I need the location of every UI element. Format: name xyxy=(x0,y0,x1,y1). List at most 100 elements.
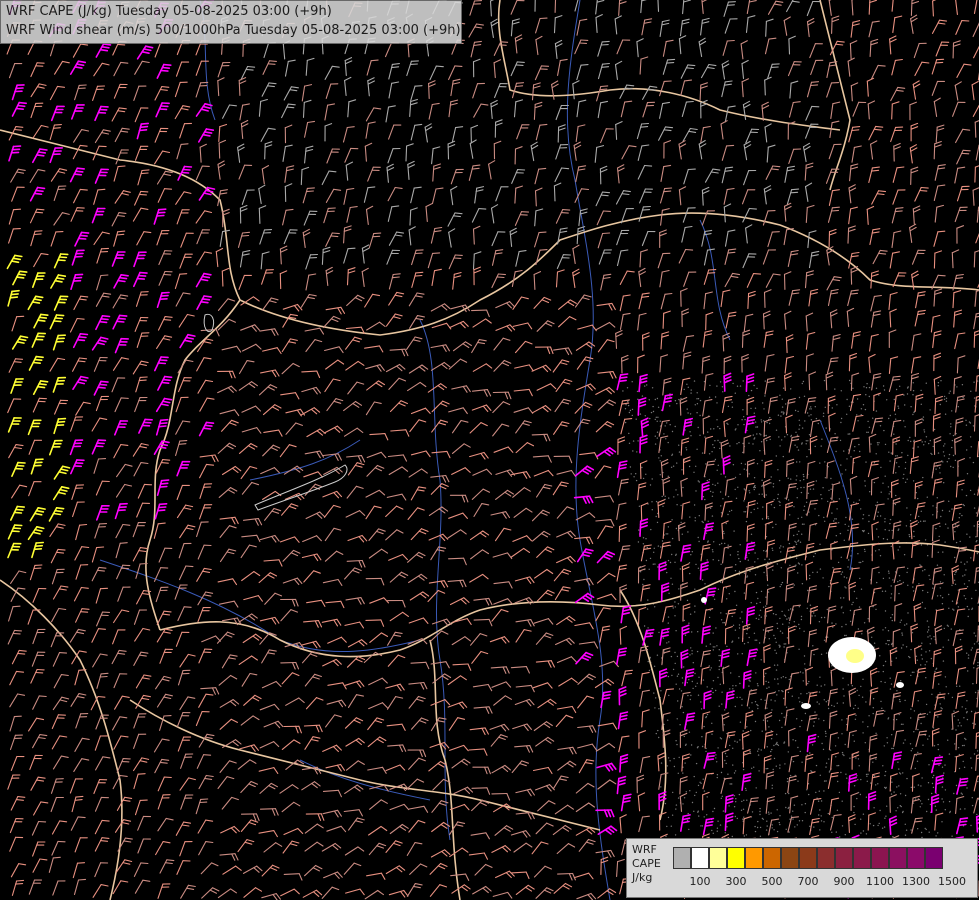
stipple-dot xyxy=(923,429,925,431)
stipple-dot xyxy=(696,448,698,450)
stipple-dot xyxy=(817,800,820,802)
stipple-dot xyxy=(944,443,946,445)
stipple-dot xyxy=(753,438,755,440)
stipple-dot xyxy=(731,641,733,643)
stipple-dot xyxy=(856,414,858,416)
stipple-dot xyxy=(820,494,822,496)
stipple-dot xyxy=(788,792,790,795)
stipple-dot xyxy=(702,778,704,780)
stipple-dot xyxy=(761,518,764,520)
stipple-dot xyxy=(964,737,966,740)
stipple-dot xyxy=(937,748,940,751)
stipple-dot xyxy=(648,568,650,570)
stipple-dot xyxy=(747,559,749,561)
stipple-dot xyxy=(674,561,676,563)
stipple-dot xyxy=(795,479,797,481)
stipple-dot xyxy=(899,621,901,623)
stipple-dot xyxy=(654,398,656,401)
stipple-dot xyxy=(966,561,968,563)
stipple-dot xyxy=(909,520,912,522)
stipple-dot xyxy=(939,525,941,528)
stipple-dot xyxy=(796,434,799,436)
stipple-dot xyxy=(796,497,798,499)
stipple-dot xyxy=(924,539,927,541)
stipple-dot xyxy=(671,430,674,433)
stipple-dot xyxy=(850,555,852,557)
stipple-dot xyxy=(825,766,827,768)
stipple-dot xyxy=(917,828,919,830)
stipple-dot xyxy=(730,672,732,674)
stipple-dot xyxy=(645,538,647,540)
stipple-dot xyxy=(655,697,657,699)
stipple-dot xyxy=(906,478,908,480)
stipple-dot xyxy=(956,685,958,687)
stipple-dot xyxy=(731,401,733,403)
stipple-dot xyxy=(923,444,925,446)
stipple-dot xyxy=(719,427,721,430)
stipple-dot xyxy=(942,801,945,803)
stipple-dot xyxy=(823,699,825,701)
stipple-dot xyxy=(788,806,790,809)
stipple-dot xyxy=(856,797,858,800)
stipple-dot xyxy=(798,396,801,399)
stipple-dot xyxy=(766,421,768,424)
stipple-dot xyxy=(813,653,815,656)
stipple-dot xyxy=(801,583,804,585)
stipple-dot xyxy=(972,834,974,836)
stipple-dot xyxy=(766,746,768,748)
stipple-dot xyxy=(675,554,677,556)
stipple-dot xyxy=(885,643,887,645)
stipple-dot xyxy=(719,581,722,583)
stipple-dot xyxy=(964,808,966,810)
stipple-dot xyxy=(777,678,779,680)
stipple-dot xyxy=(841,571,844,573)
stipple-dot xyxy=(764,558,766,561)
stipple-dot xyxy=(900,619,902,621)
stipple-dot xyxy=(857,628,860,630)
stipple-dot xyxy=(933,636,935,638)
stipple-dot xyxy=(656,654,659,656)
stipple-dot xyxy=(649,417,651,420)
stipple-dot xyxy=(756,639,758,641)
stipple-dot xyxy=(651,387,654,389)
stipple-dot xyxy=(818,691,821,693)
stipple-dot xyxy=(865,701,867,703)
stipple-dot xyxy=(711,722,713,724)
stipple-dot xyxy=(777,683,779,685)
stipple-dot xyxy=(711,515,714,517)
stipple-dot xyxy=(913,671,915,673)
stipple-dot xyxy=(878,394,880,396)
stipple-dot xyxy=(719,441,721,444)
stipple-dot xyxy=(762,506,764,508)
stipple-dot xyxy=(725,762,727,765)
stipple-dot xyxy=(699,399,702,402)
stipple-dot xyxy=(802,680,804,682)
stipple-dot xyxy=(920,831,923,834)
stipple-dot xyxy=(779,504,781,507)
stipple-dot xyxy=(855,714,857,716)
stipple-dot xyxy=(805,440,807,442)
stipple-dot xyxy=(779,445,781,447)
stipple-dot xyxy=(751,767,753,769)
stipple-dot xyxy=(976,552,979,555)
stipple-dot xyxy=(656,431,659,433)
stipple-dot xyxy=(899,546,901,548)
stipple-dot xyxy=(895,472,897,474)
stipple-dot xyxy=(767,811,770,813)
stipple-dot xyxy=(775,765,777,767)
stipple-dot xyxy=(766,439,768,442)
stipple-dot xyxy=(637,440,639,442)
stipple-dot xyxy=(846,718,848,720)
stipple-dot xyxy=(717,820,719,822)
stipple-dot xyxy=(976,750,979,752)
stipple-dot xyxy=(754,574,757,576)
stipple-dot xyxy=(629,466,632,468)
stipple-dot xyxy=(654,707,656,709)
stipple-dot xyxy=(962,760,964,763)
stipple-dot xyxy=(804,803,807,805)
stipple-dot xyxy=(951,446,953,449)
legend-swatch xyxy=(763,847,781,869)
stipple-dot xyxy=(760,616,762,618)
stipple-dot xyxy=(928,442,930,445)
stipple-dot xyxy=(783,643,785,645)
